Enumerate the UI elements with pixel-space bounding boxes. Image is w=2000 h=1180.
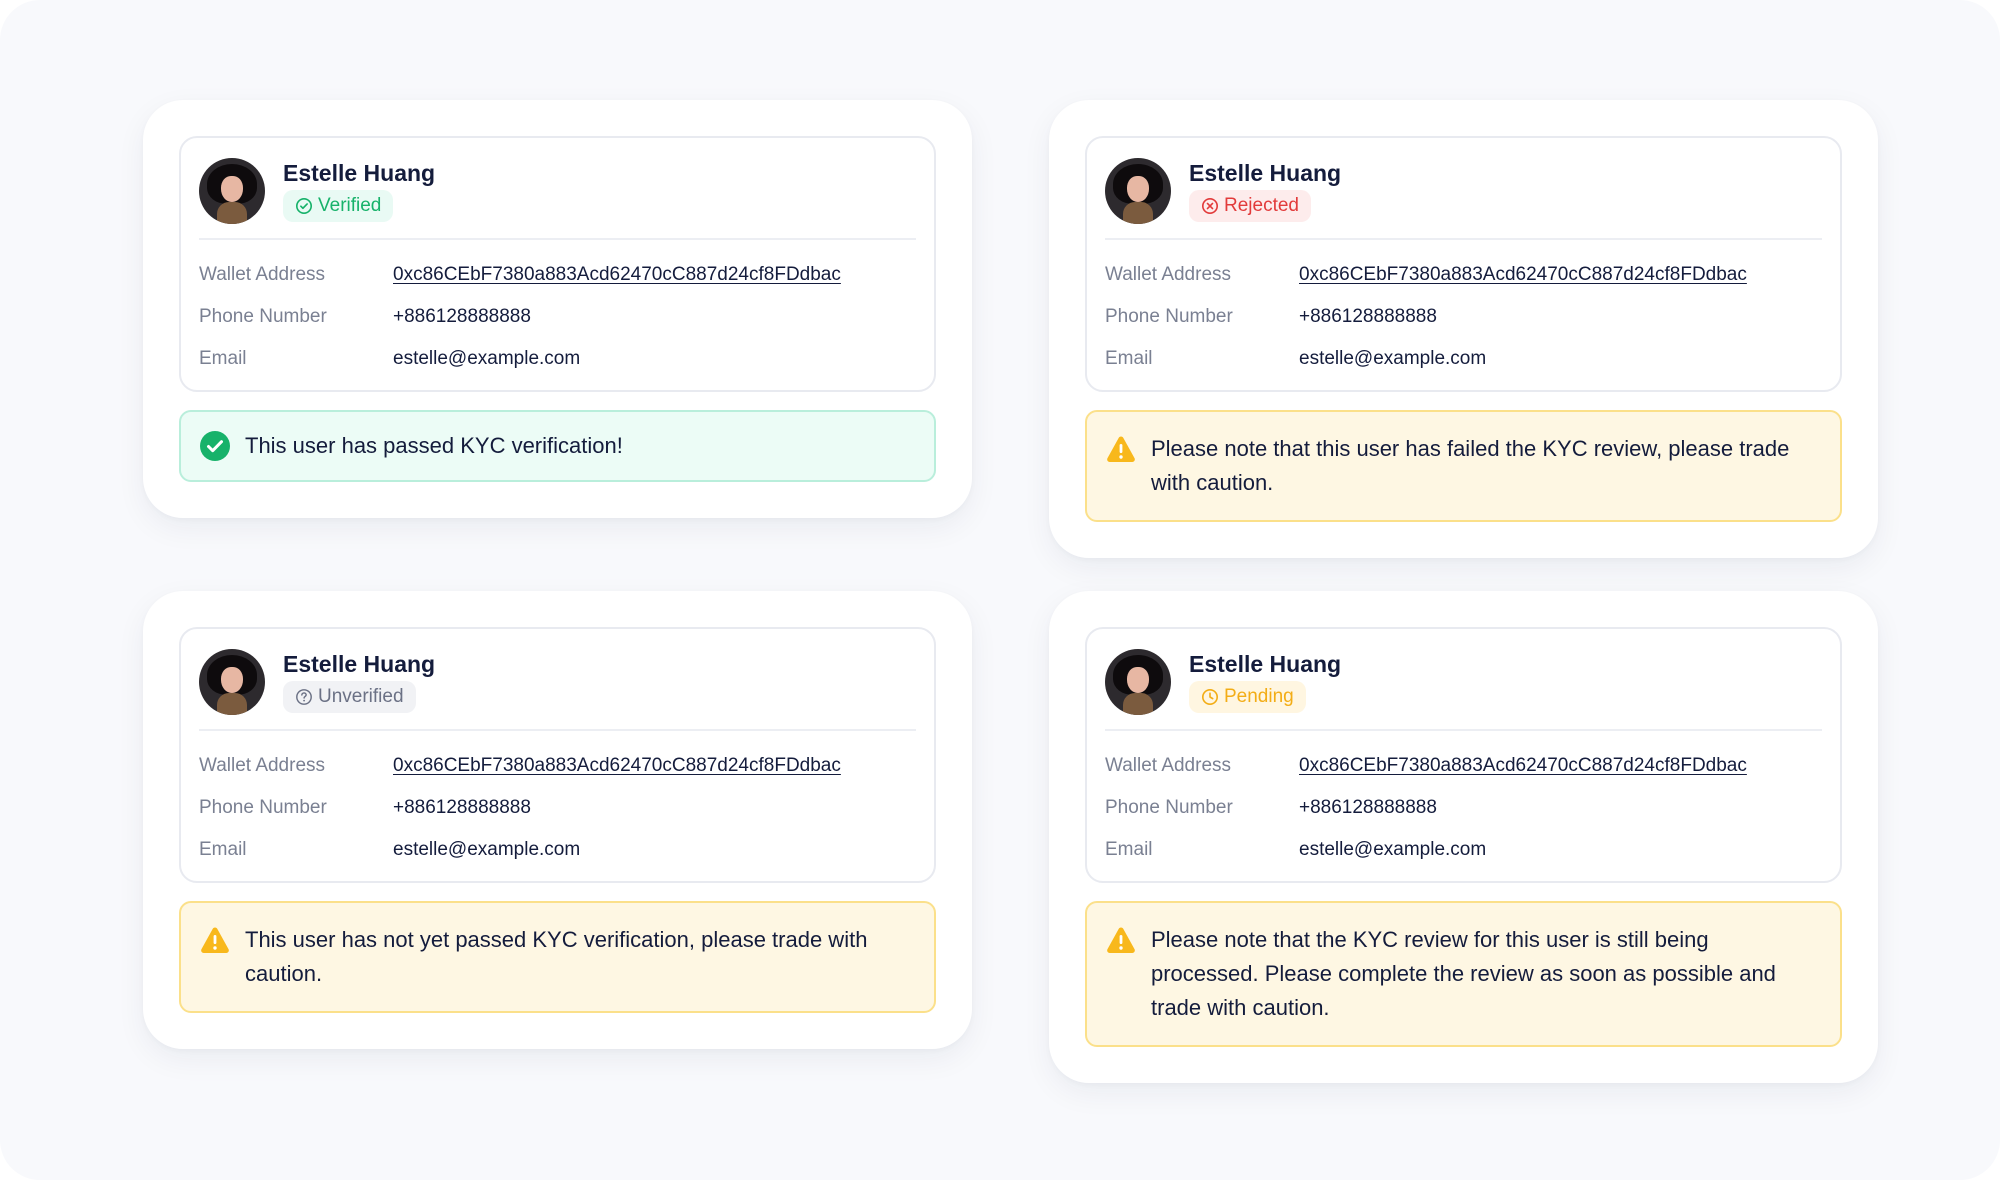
- avatar: [1105, 158, 1171, 224]
- avatar: [1105, 649, 1171, 715]
- kyc-card-rejected: Estelle Huang Rejected Wallet Address 0x…: [1049, 100, 1878, 558]
- question-circle-icon: [296, 689, 312, 705]
- email-row: Email estelle@example.com: [199, 338, 916, 380]
- user-header: Estelle Huang Rejected: [1105, 156, 1822, 240]
- kyc-card-pending: Estelle Huang Pending Wallet Address 0xc…: [1049, 591, 1878, 1083]
- phone-value: +886128888888: [1299, 306, 1437, 327]
- user-name: Estelle Huang: [1189, 160, 1342, 186]
- status-label: Verified: [318, 195, 382, 216]
- wallet-row: Wallet Address 0xc86CEbF7380a883Acd62470…: [199, 254, 916, 296]
- kyc-warning-alert: This user has not yet passed KYC verific…: [179, 901, 936, 1013]
- warning-triangle-icon: [1107, 436, 1135, 462]
- email-value: estelle@example.com: [393, 839, 581, 860]
- email-row: Email estelle@example.com: [1105, 338, 1822, 380]
- wallet-label: Wallet Address: [1105, 755, 1232, 776]
- avatar: [199, 158, 265, 224]
- email-label: Email: [1105, 839, 1153, 860]
- kyc-card-unverified: Estelle Huang Unverified Wallet Address …: [143, 591, 972, 1049]
- wallet-row: Wallet Address 0xc86CEbF7380a883Acd62470…: [1105, 745, 1822, 787]
- wallet-row: Wallet Address 0xc86CEbF7380a883Acd62470…: [199, 745, 916, 787]
- user-info-box: Estelle Huang Unverified Wallet Address …: [179, 627, 936, 883]
- user-name: Estelle Huang: [1189, 651, 1342, 677]
- page-background: Estelle Huang Verified Wallet Address 0x…: [0, 0, 2000, 1180]
- user-info-box: Estelle Huang Verified Wallet Address 0x…: [179, 136, 936, 392]
- status-label: Rejected: [1224, 195, 1299, 216]
- email-value: estelle@example.com: [1299, 839, 1487, 860]
- avatar: [199, 649, 265, 715]
- clock-icon: [1201, 688, 1219, 706]
- phone-row: Phone Number +886128888888: [199, 787, 916, 829]
- kyc-success-alert: This user has passed KYC verification!: [179, 410, 936, 482]
- kyc-card-verified: Estelle Huang Verified Wallet Address 0x…: [143, 100, 972, 518]
- check-filled-icon: [200, 431, 230, 461]
- email-row: Email estelle@example.com: [1105, 829, 1822, 871]
- x-circle-icon: [1201, 197, 1219, 215]
- phone-value: +886128888888: [393, 306, 531, 327]
- status-label: Unverified: [318, 686, 404, 707]
- status-badge-rejected: Rejected: [1189, 190, 1311, 222]
- alert-message: Please note that this user has failed th…: [1151, 436, 1790, 495]
- kyc-warning-alert: Please note that the KYC review for this…: [1085, 901, 1842, 1047]
- check-circle-icon: [295, 197, 313, 215]
- email-row: Email estelle@example.com: [199, 829, 916, 871]
- phone-label: Phone Number: [199, 797, 327, 818]
- email-value: estelle@example.com: [1299, 348, 1487, 369]
- user-info-box: Estelle Huang Rejected Wallet Address 0x…: [1085, 136, 1842, 392]
- user-info-box: Estelle Huang Pending Wallet Address 0xc…: [1085, 627, 1842, 883]
- email-label: Email: [1105, 348, 1153, 369]
- status-badge-unverified: Unverified: [283, 681, 416, 713]
- phone-row: Phone Number +886128888888: [199, 296, 916, 338]
- email-label: Email: [199, 348, 247, 369]
- wallet-label: Wallet Address: [1105, 264, 1232, 285]
- phone-label: Phone Number: [1105, 797, 1233, 818]
- user-header: Estelle Huang Pending: [1105, 647, 1822, 731]
- wallet-address-link[interactable]: 0xc86CEbF7380a883Acd62470cC887d24cf8FDdb…: [393, 264, 841, 286]
- warning-triangle-icon: [1107, 927, 1135, 953]
- alert-message: Please note that the KYC review for this…: [1151, 927, 1776, 1020]
- phone-row: Phone Number +886128888888: [1105, 296, 1822, 338]
- alert-message: This user has passed KYC verification!: [245, 433, 623, 458]
- wallet-label: Wallet Address: [199, 755, 326, 776]
- wallet-address-link[interactable]: 0xc86CEbF7380a883Acd62470cC887d24cf8FDdb…: [393, 755, 841, 777]
- phone-row: Phone Number +886128888888: [1105, 787, 1822, 829]
- email-label: Email: [199, 839, 247, 860]
- user-header: Estelle Huang Unverified: [199, 647, 916, 731]
- kyc-warning-alert: Please note that this user has failed th…: [1085, 410, 1842, 522]
- phone-value: +886128888888: [393, 797, 531, 818]
- wallet-address-link[interactable]: 0xc86CEbF7380a883Acd62470cC887d24cf8FDdb…: [1299, 264, 1747, 286]
- user-name: Estelle Huang: [283, 651, 436, 677]
- user-header: Estelle Huang Verified: [199, 156, 916, 240]
- phone-label: Phone Number: [199, 306, 327, 327]
- phone-value: +886128888888: [1299, 797, 1437, 818]
- warning-triangle-icon: [201, 927, 229, 953]
- alert-message: This user has not yet passed KYC verific…: [245, 927, 868, 986]
- status-badge-verified: Verified: [283, 190, 394, 222]
- status-label: Pending: [1224, 686, 1294, 707]
- status-badge-pending: Pending: [1189, 681, 1306, 713]
- email-value: estelle@example.com: [393, 348, 581, 369]
- user-name: Estelle Huang: [283, 160, 436, 186]
- phone-label: Phone Number: [1105, 306, 1233, 327]
- wallet-label: Wallet Address: [199, 264, 326, 285]
- wallet-address-link[interactable]: 0xc86CEbF7380a883Acd62470cC887d24cf8FDdb…: [1299, 755, 1747, 777]
- wallet-row: Wallet Address 0xc86CEbF7380a883Acd62470…: [1105, 254, 1822, 296]
